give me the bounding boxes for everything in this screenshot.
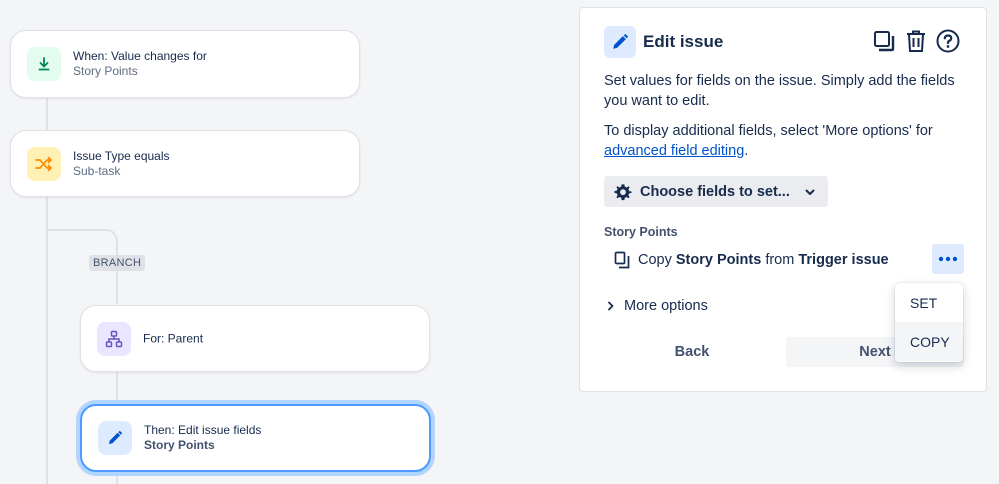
trigger-subtitle: Story Points xyxy=(73,64,138,78)
ellipsis-icon xyxy=(938,256,958,262)
panel-description: Set values for fields on the issue. Simp… xyxy=(604,73,955,109)
field-value-row: Copy Story Points from Trigger issue xyxy=(614,251,889,269)
pencil-icon xyxy=(98,421,132,455)
trash-icon[interactable] xyxy=(904,28,928,54)
dropdown-item-copy[interactable]: COPY xyxy=(895,322,963,361)
more-options-toggle[interactable]: More options xyxy=(606,298,708,314)
field-value-text: Copy Story Points from Trigger issue xyxy=(638,252,889,268)
copy-source: Trigger issue xyxy=(798,252,889,268)
copy-icon xyxy=(614,251,630,269)
dropdown-item-set[interactable]: SET xyxy=(895,283,963,322)
branch-connector xyxy=(116,372,118,404)
gear-icon xyxy=(614,183,632,201)
copy-prefix: Copy xyxy=(638,252,672,268)
more-info-suffix: . xyxy=(744,143,749,159)
branch-connector-curve xyxy=(100,229,118,245)
field-label-story-points: Story Points xyxy=(604,225,678,239)
branch-connector xyxy=(116,240,118,304)
condition-subtitle: Sub-task xyxy=(73,163,121,178)
trigger-title: When: Value changes for xyxy=(73,49,207,63)
chevron-down-icon xyxy=(804,186,816,198)
help-icon[interactable] xyxy=(936,28,960,54)
set-copy-dropdown: SET COPY xyxy=(895,283,963,362)
pencil-icon xyxy=(604,26,636,58)
branch-card[interactable]: For: Parent xyxy=(80,305,430,372)
more-info-prefix: To display additional fields, select 'Mo… xyxy=(604,123,933,139)
shuffle-icon xyxy=(27,146,61,181)
more-options-label: More options xyxy=(624,298,708,314)
download-arrow-icon xyxy=(27,47,61,81)
choose-fields-label: Choose fields to set... xyxy=(640,183,790,200)
branch-tag: BRANCH xyxy=(89,255,146,271)
action-subtitle: Story Points xyxy=(144,438,215,452)
more-actions-button[interactable] xyxy=(932,244,964,274)
branch-connector xyxy=(46,229,102,231)
choose-fields-button[interactable]: Choose fields to set... xyxy=(604,176,828,207)
trigger-card[interactable]: When: Value changes for Story Points xyxy=(10,30,360,98)
more-info-text: To display additional fields, select 'Mo… xyxy=(604,121,964,161)
hierarchy-icon xyxy=(97,321,131,356)
branch-title: For: Parent xyxy=(143,331,204,345)
branch-connector xyxy=(116,471,118,484)
flow-connector xyxy=(46,97,48,130)
copy-from: from xyxy=(765,252,795,268)
back-button[interactable]: Back xyxy=(604,337,780,367)
duplicate-icon[interactable] xyxy=(872,28,896,54)
flow-connector xyxy=(46,196,48,484)
copy-field: Story Points xyxy=(675,252,762,268)
chevron-right-icon xyxy=(606,301,616,311)
rule-flow-canvas: BRANCH When: Value changes for Story Poi… xyxy=(0,0,560,484)
condition-card[interactable]: Issue Type equals Sub-task xyxy=(10,130,360,197)
action-card[interactable]: Then: Edit issue fields Story Points xyxy=(80,404,431,472)
advanced-field-editing-link[interactable]: advanced field editing xyxy=(604,143,744,159)
panel-title: Edit issue xyxy=(643,32,724,51)
action-title: Then: Edit issue fields xyxy=(144,423,262,437)
condition-title: Issue Type equals xyxy=(73,148,170,163)
